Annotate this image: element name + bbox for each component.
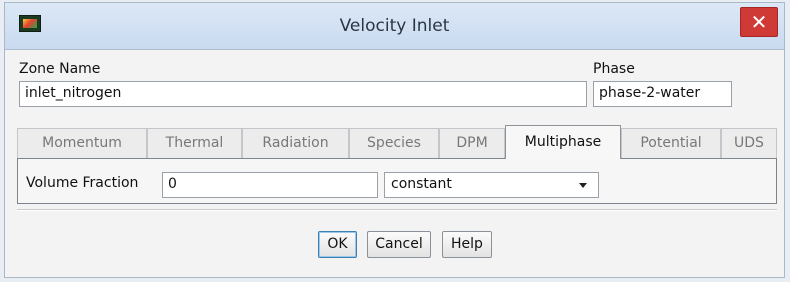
tab-radiation[interactable]: Radiation [242,128,349,158]
tab-multiphase[interactable]: Multiphase [505,125,621,159]
volume-fraction-label: Volume Fraction [26,175,139,191]
zone-name-input[interactable]: inlet_nitrogen [19,81,587,107]
title-bar[interactable]: Velocity Inlet ✕ [5,3,784,50]
volume-fraction-input[interactable]: 0 [162,172,378,198]
tab-momentum[interactable]: Momentum [17,128,147,158]
tab-thermal[interactable]: Thermal [147,128,242,158]
ok-button[interactable]: OK [318,231,357,258]
help-button[interactable]: Help [442,231,492,258]
chevron-down-icon [579,183,587,188]
separator [17,209,777,210]
close-icon: ✕ [750,10,768,34]
method-selected-value: constant [391,176,452,192]
phase-label: Phase [593,61,635,77]
zone-name-label: Zone Name [19,61,101,77]
velocity-inlet-dialog: Velocity Inlet ✕ Zone Name inlet_nitroge… [4,2,785,278]
close-button[interactable]: ✕ [740,7,778,37]
tab-dpm[interactable]: DPM [439,128,505,158]
tab-uds[interactable]: UDS [721,128,777,158]
cancel-button[interactable]: Cancel [367,231,431,258]
phase-input[interactable]: phase-2-water [593,81,732,107]
tab-strip: Momentum Thermal Radiation Species DPM M… [17,125,777,159]
tab-potential[interactable]: Potential [621,128,721,158]
tab-species[interactable]: Species [349,128,439,158]
multiphase-panel: Volume Fraction 0 constant [17,158,777,204]
volume-fraction-method-select[interactable]: constant [384,172,599,198]
window-title: Velocity Inlet [339,16,450,36]
